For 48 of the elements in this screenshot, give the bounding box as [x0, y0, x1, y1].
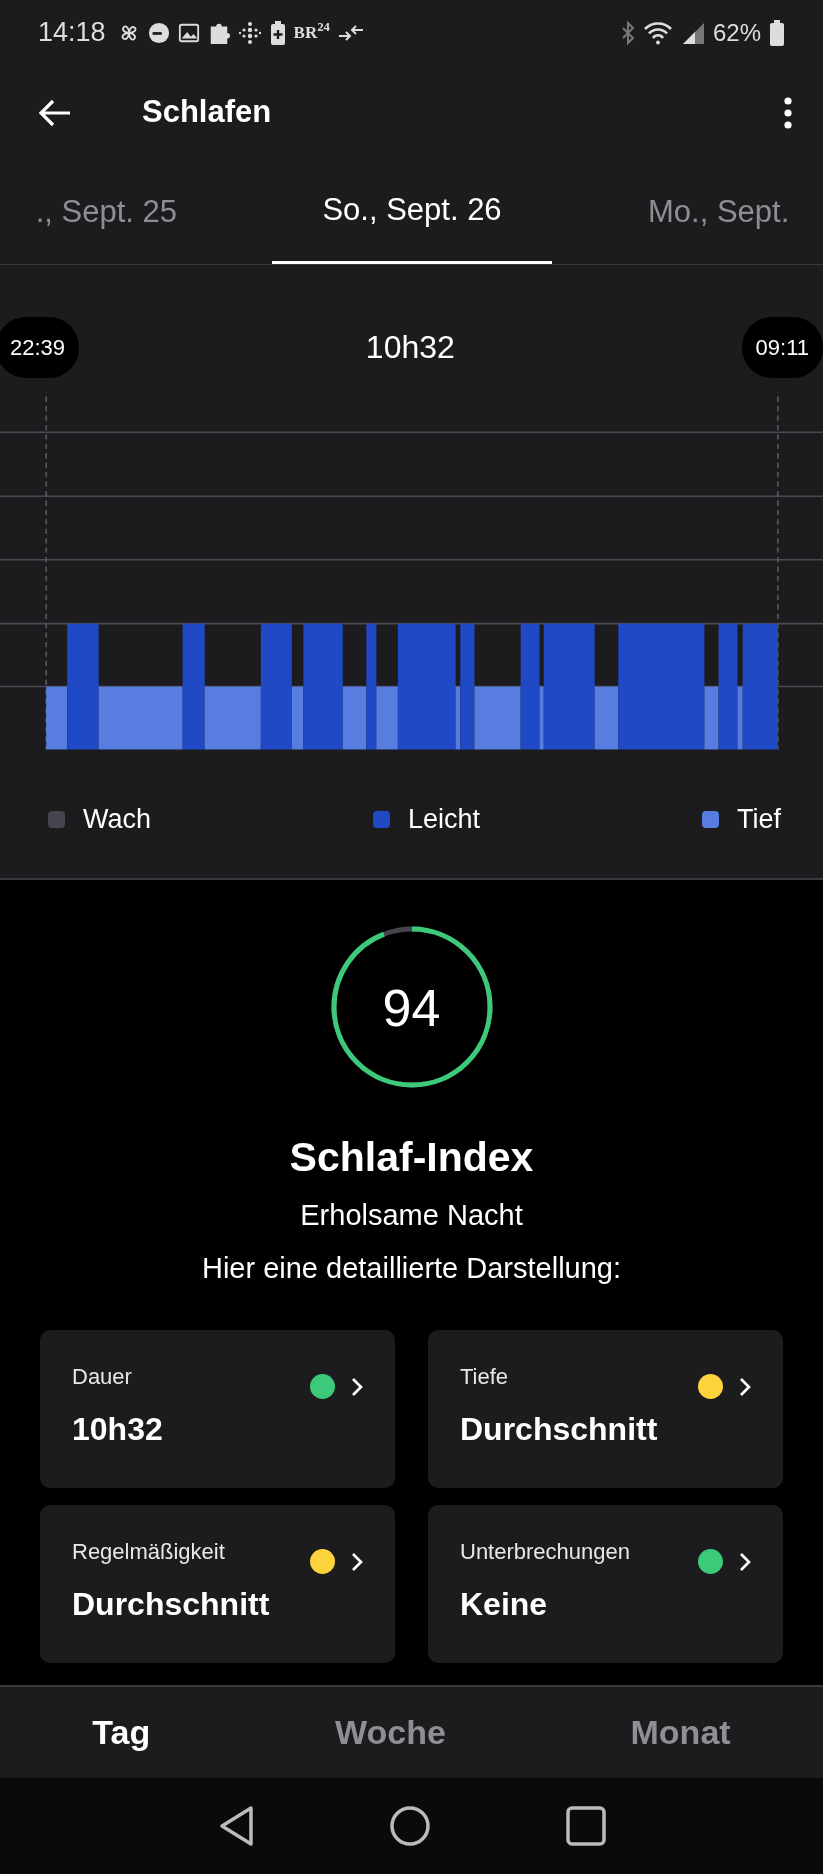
metric-card[interactable]: Unterbrechungen Keine — [428, 1505, 783, 1663]
circle-icon — [147, 21, 170, 44]
screen-title: Schlafen — [142, 93, 272, 132]
metric-label: Regelmäßigkeit — [72, 1538, 226, 1566]
metric-card[interactable]: Regelmäßigkeit Durchschnitt — [40, 1505, 395, 1663]
date-tab[interactable]: ., Sept. 25 — [35, 160, 177, 264]
period-tab[interactable]: Tag — [82, 1707, 161, 1758]
score-value: 94 — [381, 978, 442, 1039]
battery-icon — [769, 19, 785, 46]
image-icon — [177, 21, 200, 44]
back-nav-icon[interactable] — [217, 1805, 254, 1847]
battery-plus-icon — [269, 20, 286, 45]
chevron-icon — [351, 1551, 363, 1572]
status-time: 14:18 — [38, 16, 106, 50]
metric-label: Tiefe — [460, 1363, 510, 1391]
period-tab[interactable]: Woche — [325, 1707, 456, 1758]
transfer-arrows-icon — [337, 22, 364, 43]
metric-value: 10h32 — [72, 1410, 164, 1449]
metric-value: Durchschnitt — [72, 1585, 271, 1624]
dots-grid-icon — [237, 20, 262, 45]
end-time-pill: 09:11 — [741, 316, 823, 378]
score-title: Schlaf-Index — [289, 1133, 534, 1181]
legend-label: Leicht — [407, 803, 481, 837]
radio-logo: BR$^{24}$ — [293, 19, 330, 44]
metric-label: Dauer — [72, 1363, 133, 1391]
metric-card[interactable]: Dauer 10h32 — [40, 1330, 395, 1488]
score-summary: Erholsame Nacht — [300, 1198, 523, 1233]
sleep-duration: 10h32 — [365, 328, 455, 367]
battery-percent: 62% — [712, 17, 761, 48]
date-tab[interactable]: Mo., Sept. — [648, 160, 790, 264]
start-time-pill: 22:39 — [0, 316, 80, 378]
metric-card[interactable]: Tiefe Durchschnitt — [428, 1330, 783, 1488]
bluetooth-icon — [620, 20, 635, 45]
home-nav-icon[interactable] — [388, 1805, 431, 1847]
score-description: Hier eine detaillierte Darstellung: — [201, 1251, 622, 1286]
chevron-icon — [351, 1376, 363, 1397]
legend-label: Wach — [83, 803, 151, 837]
recents-nav-icon[interactable] — [565, 1806, 606, 1846]
wifi-icon — [642, 20, 673, 45]
metric-value: Keine — [460, 1585, 549, 1624]
back-icon[interactable] — [38, 97, 72, 128]
chevron-icon — [739, 1551, 751, 1572]
menu-icon[interactable] — [783, 96, 793, 129]
legend-label: Tief — [737, 803, 781, 837]
period-tab[interactable]: Monat — [620, 1707, 741, 1758]
chevron-icon — [739, 1376, 751, 1397]
metric-label: Unterbrechungen — [460, 1538, 631, 1566]
metric-value: Durchschnitt — [460, 1410, 659, 1449]
